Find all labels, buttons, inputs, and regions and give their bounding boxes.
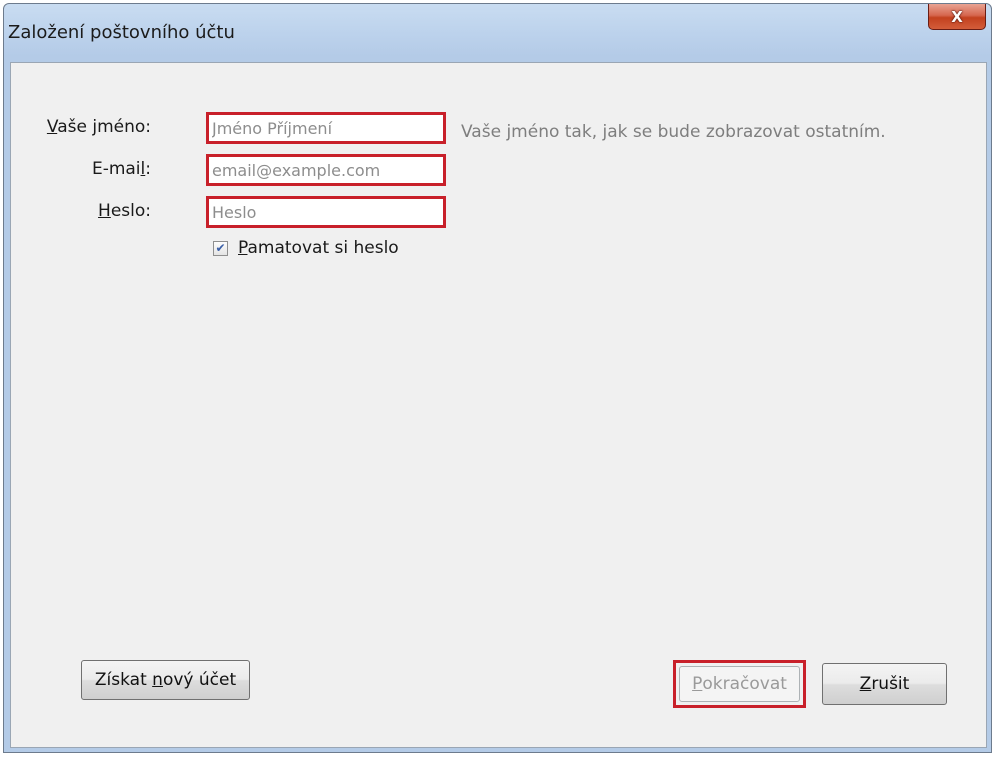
title-bar[interactable]: Založení poštovního účtu X [4, 4, 991, 62]
get-account-label-rest: ový účet [162, 670, 237, 690]
email-input[interactable] [212, 159, 438, 181]
get-account-accesskey: n [152, 670, 163, 690]
email-label-start: E-mai [91, 159, 141, 179]
close-icon: X [951, 7, 963, 26]
email-label: E-mail: [31, 159, 151, 179]
window-title: Založení poštovního účtu [8, 22, 235, 43]
dialog-body: Vaše jméno: Vaše jméno tak, jak se bude … [10, 62, 987, 748]
continue-button-highlight: Pokračovat [673, 660, 806, 708]
remember-label-rest: amatovat si heslo [247, 238, 399, 258]
cancel-label-rest: rušit [871, 674, 910, 694]
name-hint: Vaše jméno tak, jak se bude zobrazovat o… [461, 122, 886, 142]
name-input[interactable] [212, 117, 438, 139]
remember-label-accesskey: P [238, 238, 248, 258]
password-label-rest: eslo: [110, 201, 151, 221]
remember-password-label[interactable]: Pamatovat si heslo [238, 238, 399, 258]
continue-label-rest: okračovat [702, 674, 787, 694]
get-new-account-button[interactable]: Získat n ový účet [81, 660, 250, 700]
password-field-box [206, 196, 446, 228]
email-field-box [206, 154, 446, 186]
name-field-box [206, 112, 446, 144]
email-label-colon: : [145, 159, 151, 179]
close-button[interactable]: X [928, 4, 986, 30]
password-label-accesskey: H [98, 201, 111, 221]
get-account-label-start: Získat [94, 670, 153, 690]
name-label-accesskey: V [46, 117, 58, 137]
password-input[interactable] [212, 201, 438, 223]
checkmark-icon: ✔ [215, 240, 226, 255]
cancel-button[interactable]: Zrušit [822, 663, 947, 705]
remember-password-checkbox[interactable]: ✔ [213, 240, 228, 256]
name-label-rest: aše jméno: [57, 117, 151, 137]
cancel-accesskey: Z [859, 674, 872, 694]
remember-password-row[interactable]: ✔ Pamatovat si heslo [213, 238, 399, 258]
name-label: Vaše jméno: [31, 117, 151, 137]
password-label: Heslo: [31, 201, 151, 221]
continue-button[interactable]: Pokračovat [679, 666, 800, 702]
account-setup-dialog: Založení poštovního účtu X Vaše jméno: V… [3, 3, 992, 753]
continue-accesskey: P [692, 674, 703, 694]
